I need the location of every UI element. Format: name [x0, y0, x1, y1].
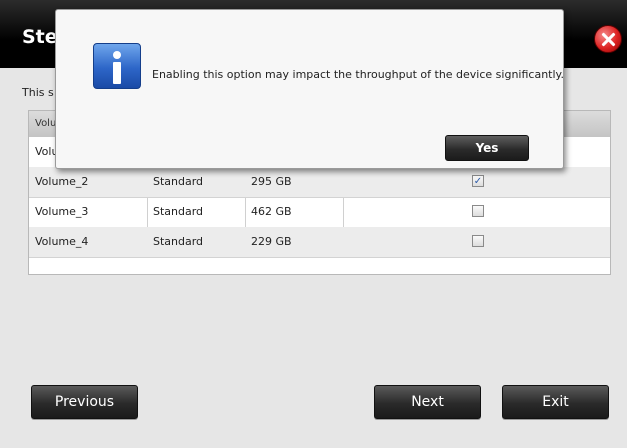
close-icon[interactable]	[594, 25, 622, 53]
volume-checkbox[interactable]	[472, 205, 484, 217]
next-button[interactable]: Next	[374, 385, 481, 419]
wizard-window: Ste This s Volu Volu Volume_2 Standard 2…	[0, 0, 627, 448]
volume-checkbox[interactable]	[472, 235, 484, 247]
volume-size: 295 GB	[251, 175, 292, 188]
volume-type: Standard	[153, 235, 204, 248]
volume-size: 229 GB	[251, 235, 292, 248]
info-icon	[93, 43, 141, 89]
volume-name: Volume_3	[35, 205, 89, 218]
volume-type: Standard	[153, 205, 204, 218]
dialog-message: Enabling this option may impact the thro…	[152, 68, 564, 81]
table-row[interactable]: Volume_2 Standard 295 GB ✓	[29, 167, 610, 198]
volume-checkbox[interactable]: ✓	[472, 175, 484, 187]
volume-name: Volume_4	[35, 235, 89, 248]
exit-button[interactable]: Exit	[502, 385, 609, 419]
volume-type: Standard	[153, 175, 204, 188]
window-title: Ste	[22, 26, 58, 48]
info-dialog: Enabling this option may impact the thro…	[55, 9, 564, 169]
previous-button[interactable]: Previous	[31, 385, 138, 419]
table-row[interactable]: Volume_3 Standard 462 GB	[29, 197, 610, 228]
yes-button[interactable]: Yes	[445, 135, 529, 161]
table-row[interactable]: Volume_4 Standard 229 GB	[29, 227, 610, 258]
column-header-volume: Volu	[35, 118, 57, 129]
volume-size: 462 GB	[251, 205, 292, 218]
step-description: This s	[22, 86, 54, 99]
volume-name: Volume_2	[35, 175, 89, 188]
